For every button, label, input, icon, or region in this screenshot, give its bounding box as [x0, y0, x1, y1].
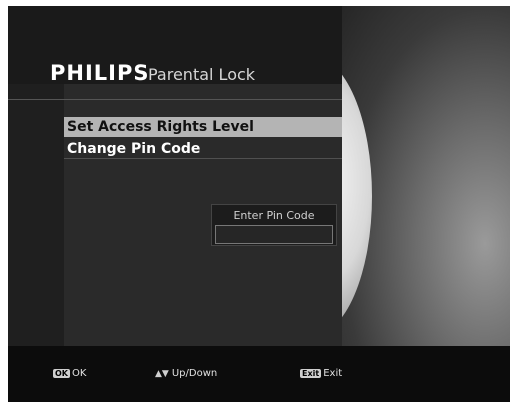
- ok-key-icon: OK: [53, 369, 70, 378]
- hint-updown-label: Up/Down: [171, 368, 218, 379]
- menu-item-set-access-rights-level[interactable]: Set Access Rights Level: [64, 117, 342, 137]
- hint-exit-label: Exit: [323, 368, 343, 379]
- menu-item-change-pin-code[interactable]: Change Pin Code: [64, 139, 342, 159]
- left-strip: [8, 84, 64, 346]
- hint-updown: ▲▼ Up/Down: [155, 368, 217, 379]
- up-down-arrows-icon: ▲▼: [155, 369, 169, 379]
- header-divider: [8, 99, 342, 100]
- background-photo: [252, 6, 510, 402]
- exit-key-icon: Exit: [300, 369, 322, 378]
- menu-panel: PHILIPS Parental Lock Set Access Rights …: [8, 6, 342, 402]
- hint-ok-label: OK: [72, 368, 87, 379]
- pin-input[interactable]: [215, 225, 333, 244]
- brand-logo: PHILIPS: [50, 61, 150, 85]
- page-title: Parental Lock: [148, 65, 256, 84]
- hint-ok: OK OK: [53, 368, 86, 379]
- menu-header: PHILIPS Parental Lock: [8, 6, 342, 85]
- pin-label: Enter Pin Code: [233, 209, 315, 222]
- hint-exit: Exit Exit: [300, 368, 342, 379]
- pin-dialog: Enter Pin Code: [211, 204, 337, 246]
- tv-screen: PHILIPS Parental Lock Set Access Rights …: [8, 6, 510, 402]
